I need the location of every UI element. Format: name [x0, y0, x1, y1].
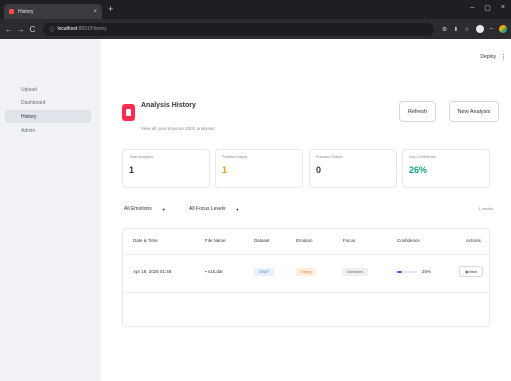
- focus-filter-value: All Focus Levels: [189, 206, 226, 212]
- sidebar-item-admin[interactable]: Admin: [5, 124, 91, 137]
- confidence-bar: [397, 271, 417, 273]
- tab-title: History: [18, 8, 34, 15]
- tab-close-icon[interactable]: ×: [93, 9, 97, 15]
- table-header-row: Date & Time File Name Dataset Emotion Fo…: [123, 229, 489, 255]
- focus-filter-select[interactable]: All Focus Levels ▼: [189, 203, 239, 215]
- back-icon[interactable]: ←: [4, 25, 14, 34]
- info-icon[interactable]: ⓘ: [49, 26, 54, 33]
- reload-icon[interactable]: C: [28, 25, 38, 34]
- column-header-file: File Name: [205, 238, 226, 243]
- sidebar-item-label: History: [21, 113, 37, 120]
- column-header-dataset: Dataset: [254, 238, 270, 243]
- stat-label: Positive/Happy: [222, 155, 248, 159]
- view-button[interactable]: ◉ View: [459, 266, 483, 277]
- document-sheet-icon: [126, 109, 131, 116]
- deploy-button[interactable]: Deploy: [480, 54, 496, 60]
- column-header-date: Date & Time: [133, 238, 158, 243]
- document-icon: [122, 104, 135, 121]
- confidence-value: 26%: [422, 269, 432, 274]
- browser-toolbar: ← → C ⓘ localhost :8501/History ⚙ ⬇ ☆ –: [0, 19, 511, 39]
- settings-icon[interactable]: ⚙: [442, 26, 447, 33]
- stat-card-focused: Focused States 0: [309, 149, 397, 188]
- stat-value: 1: [129, 165, 135, 175]
- row-date: Apr 18, 2026 01:48: [133, 269, 172, 274]
- window-controls: – ▢ ×: [470, 4, 505, 12]
- row-file-name: s15.dat: [207, 269, 223, 274]
- page-title: Analysis History: [141, 102, 196, 109]
- url-host: localhost: [57, 26, 78, 32]
- stat-label: Focused States: [316, 155, 343, 159]
- dataset-badge: DEAP: [254, 268, 274, 276]
- browser-tab[interactable]: History ×: [4, 4, 102, 19]
- column-header-focus: Focus: [343, 238, 356, 243]
- stat-value: 1: [222, 165, 228, 175]
- view-label: View: [468, 269, 477, 274]
- star-icon[interactable]: ☆: [464, 26, 469, 33]
- chevron-down-icon: ▼: [161, 206, 166, 212]
- toolbar-dash-icon[interactable]: –: [490, 26, 493, 32]
- results-count: 1 results: [478, 207, 493, 211]
- browser-titlebar: History × + – ▢ ×: [0, 0, 511, 19]
- extension-icon[interactable]: [499, 25, 507, 33]
- history-table: Date & Time File Name Dataset Emotion Fo…: [122, 228, 490, 327]
- stat-card-positive: Positive/Happy 1: [215, 149, 303, 188]
- column-header-actions: Actions: [466, 238, 481, 243]
- sidebar-item-history[interactable]: History: [5, 110, 91, 123]
- favicon-icon: [9, 9, 14, 14]
- column-header-emotion: Emotion: [296, 238, 313, 243]
- sidebar-item-dashboard[interactable]: Dashboard: [5, 96, 91, 109]
- sidebar-item-upload[interactable]: Upload: [5, 83, 91, 96]
- page-subtitle: View all your previous EEG analyses: [141, 126, 215, 131]
- emotion-filter-select[interactable]: All Emotions ▼: [124, 203, 166, 215]
- address-bar[interactable]: ⓘ localhost :8501/History: [43, 22, 434, 36]
- column-header-confidence: Confidence: [397, 238, 420, 243]
- stat-label: Total Analyses: [129, 155, 154, 159]
- stat-card-total: Total Analyses 1: [122, 149, 210, 188]
- row-file: ▪ s15.dat: [205, 269, 223, 274]
- stat-card-confidence: Avg Confidence 26%: [402, 149, 490, 188]
- sidebar-item-label: Upload: [21, 86, 37, 93]
- sidebar-item-label: Admin: [21, 127, 36, 134]
- emotion-badge: Happy: [296, 268, 317, 276]
- table-row[interactable]: Apr 18, 2026 01:48 ▪ s15.dat DEAP Happy …: [123, 255, 489, 293]
- url-path: :8501/History: [77, 26, 107, 32]
- toolbar-actions: ⚙ ⬇ ☆ –: [442, 25, 507, 33]
- new-analysis-button[interactable]: New Analysis: [449, 101, 499, 122]
- main-content: Deploy ⋮ Analysis History View all your …: [101, 39, 511, 381]
- stat-value: 0: [316, 165, 322, 175]
- download-icon[interactable]: ⬇: [453, 26, 458, 33]
- emotion-filter-value: All Emotions: [124, 206, 152, 212]
- stat-label: Avg Confidence: [409, 155, 436, 159]
- sidebar-item-label: Dashboard: [21, 99, 46, 106]
- focus-badge: Distracted: [342, 268, 369, 276]
- stat-value: 26%: [409, 165, 428, 175]
- confidence-bar-fill: [397, 271, 403, 273]
- main-menu-icon[interactable]: ⋮: [500, 53, 507, 61]
- sidebar: Upload Dashboard History Admin: [0, 39, 101, 381]
- new-tab-button[interactable]: +: [108, 4, 113, 14]
- refresh-button[interactable]: Refresh: [399, 101, 436, 122]
- forward-icon[interactable]: →: [16, 25, 26, 34]
- profile-avatar-icon[interactable]: [475, 25, 484, 33]
- close-window-icon[interactable]: ×: [501, 4, 505, 12]
- chevron-down-icon: ▼: [235, 206, 240, 212]
- maximize-icon[interactable]: ▢: [484, 4, 491, 12]
- minimize-icon[interactable]: –: [470, 4, 474, 12]
